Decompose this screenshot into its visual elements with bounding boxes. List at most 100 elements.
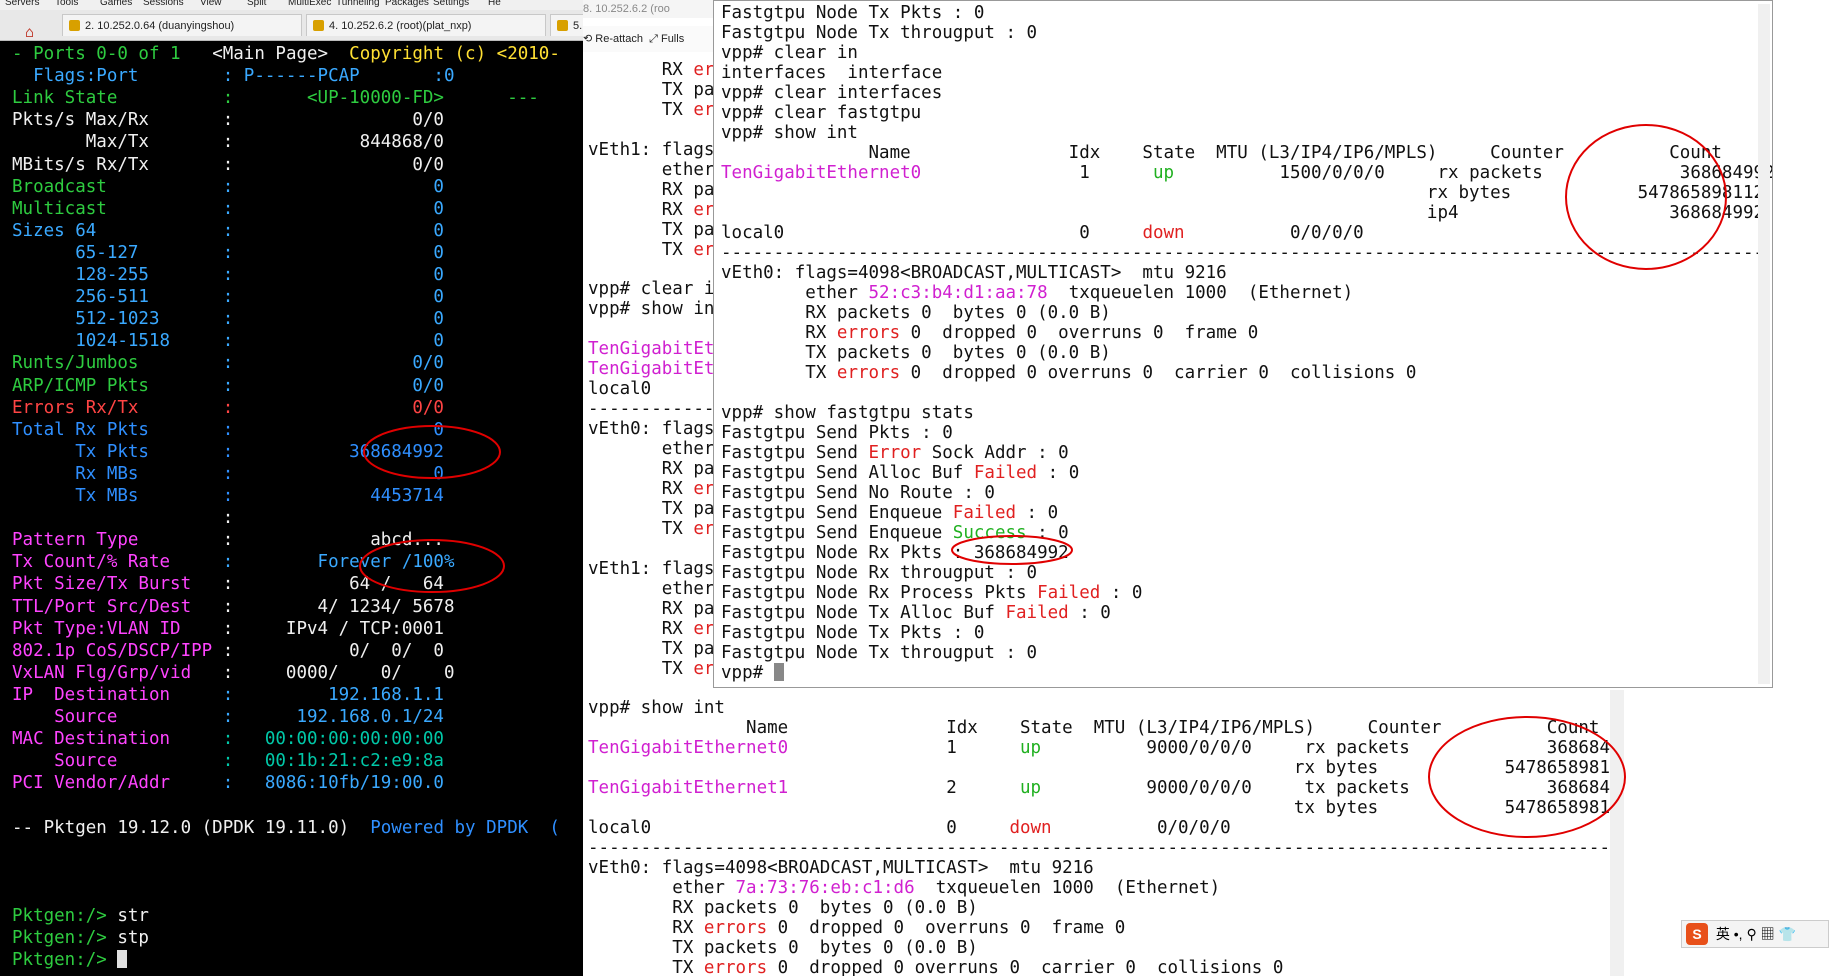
stat-value: : 0/0 [222,110,444,131]
text-segment: errors [703,917,768,938]
terminal-line: vpp# show int [588,299,725,320]
stat-label: Max/Tx [12,132,223,153]
stat-label: Flags:Port [12,66,223,87]
stat-value: : Forever /100% [222,552,455,573]
stat-label: Tx MBs [12,486,223,506]
terminal-line: MAC Destination : 00:00:00:00:00:00 [12,729,444,750]
terminal-line: TenGigabitEthernet1 2 up 9000/0/0/0 tx p… [588,778,1613,799]
stat-label: 128-255 [12,265,223,285]
terminal-line: : [12,508,234,529]
fullscreen-button[interactable]: ⤢ Fulls [649,33,684,45]
text-segment: vEth0: flags=4098<BROADCAST,MULTICAST> m… [588,858,1094,878]
stat-label: Source [12,707,223,727]
menu-item[interactable]: Sessions [143,0,184,8]
terminal-line: Pkt Size/Tx Burst : 64 / 64 [12,574,444,595]
text-segment: ----------------------------------------… [588,838,1613,859]
text-segment: er [693,618,715,639]
text-segment: Failed [1037,583,1101,603]
menu-item[interactable]: Settings [433,0,469,8]
menu-item[interactable]: Tunneling [336,0,380,8]
stat-value: : 4/ 1234/ 5678 [222,596,455,617]
text-segment: : 0 [1026,523,1069,543]
terminal-line: Name Idx State MTU (L3/IP4/IP6/MPLS) Cou… [588,718,1599,739]
text-segment: RX [588,618,694,639]
menu-item[interactable]: MultiExec [288,0,331,8]
text-segment: local0 0 [588,818,1010,839]
header-segment: Copyright (c) <2010- [349,44,560,64]
stat-label: Errors Rx/Tx [12,397,223,418]
terminal-line: rx bytes 547865898112 [721,183,1764,204]
mid-scrollbar[interactable] [1610,690,1624,976]
text-segment: errors [836,323,901,343]
stat-label: Tx Pkts [12,441,223,462]
text-segment: Fastgtpu Send Enqueue [721,523,953,543]
text-segment: : 0 [1016,503,1059,523]
stat-value: : 0 [222,220,444,241]
tab-session-2[interactable]: 2. 10.252.0.64 (duanyingshou) [62,14,302,36]
terminal-line: RX er [588,60,715,81]
text-segment: txqueuelen 1000 (Ethernet) [914,877,1221,898]
tab-session-4[interactable]: 4. 10.252.6.2 (root)(plat_nxp) [306,14,546,36]
terminal-line: ether [588,160,715,181]
terminal-line: TX pa [588,498,715,520]
text-segment: 7a:73:76:eb:c1:d6 [735,877,915,898]
text-segment: interfaces interface [721,63,943,83]
text-segment: er [693,518,715,539]
terminal-line: 128-255 : 0 [12,265,444,286]
text-segment: Fastgtpu Node Tx Alloc Buf [721,603,1006,623]
terminal-line: Fastgtpu Node Tx througput : 0 [721,643,1037,664]
terminal-line: tx bytes 547865898112 [588,798,1613,819]
ime-toolbar[interactable]: S 英 •, ⚲ ▦ 👕 [1681,920,1829,948]
text-segment: vpp# clear interfaces [721,83,943,103]
text-segment: ip4 368684992 [721,203,1765,223]
text-segment: Success [952,523,1027,543]
text-segment: Fastgtpu Node Tx Pkts : 0 [721,623,985,643]
text-segment: RX packets 0 bytes 0 (0.0 B) [588,897,978,918]
terminal-line: Pktgen:/> str [12,906,149,927]
menu-item[interactable]: Tools [55,0,78,8]
text-segment: ------------- [588,399,725,420]
header-segment: - Ports 0-0 of 1 [12,44,213,64]
terminal-line: TenGigabitEthernet0 1 up 1500/0/0/0 rx p… [721,163,1772,184]
stat-label: 65-127 [12,242,223,263]
terminal-line: Tx Pkts : 368684992 [12,442,444,463]
text-segment: local0 0 [721,223,1143,243]
text-segment: ether [588,877,736,898]
text-segment: er [693,99,715,120]
menu-item[interactable]: He [488,0,501,8]
text-segment: TX pa [588,498,715,519]
stat-value: : P------PCAP :0 [222,66,455,87]
reattach-button[interactable]: ⟲ Re-attach [583,33,643,45]
menu-item[interactable]: Packages [385,0,429,8]
pktgen-terminal[interactable]: - Ports 0-0 of 1 <Main Page> Copyright (… [0,41,583,976]
terminal-line: vEth1: flags= [588,559,725,580]
text-segment: RX [588,478,694,499]
ime-status[interactable]: 英 •, ⚲ ▦ 👕 [1716,926,1796,942]
terminal-line: Multicast : 0 [12,199,444,220]
text-segment: TX pa [588,638,715,659]
text-segment: TX pa [588,79,715,100]
text-segment: Fastgtpu Send [721,443,869,463]
text-segment: Fastgtpu Node Tx througput : 0 [721,643,1038,663]
menu-item[interactable]: View [200,0,222,8]
text-segment: TenGigabitEth [588,339,725,360]
terminal-line: Runts/Jumbos : 0/0 [12,353,444,374]
ime-logo-icon: S [1686,923,1708,945]
stat-label: Multicast [12,198,223,219]
text-segment: Fastgtpu Node Tx througput : 0 [721,23,1038,43]
menu-item[interactable]: Games [100,0,132,8]
text-segment: er [693,478,715,499]
stat-value: : 0 [222,265,444,285]
top-scrollbar[interactable] [1758,4,1770,684]
mid-window-title: 8. 10.252.6.2 (roo [583,0,713,18]
text-segment: : 0 [1100,583,1143,603]
vpp-terminal-top[interactable]: Fastgtpu Node Tx Pkts : 0 Fastgtpu Node T… [713,0,1773,688]
home-icon[interactable]: ⌂ [25,24,41,40]
stat-label: 256-511 [12,287,223,308]
menu-item[interactable]: Split [247,0,266,8]
stat-label: Pkt Size/Tx Burst [12,574,223,595]
text-segment: errors [703,957,768,976]
stat-label: Pkt Type:VLAN ID [12,618,223,639]
menu-item[interactable]: Servers [5,0,39,8]
text-segment: local0 [588,379,652,400]
